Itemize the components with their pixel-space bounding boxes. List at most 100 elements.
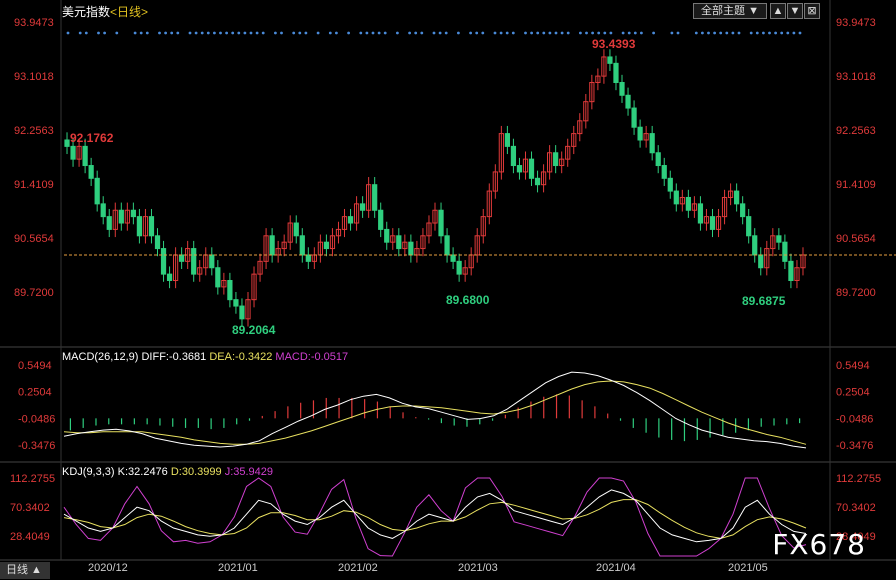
signal-dot xyxy=(207,32,210,35)
signal-dot xyxy=(457,32,460,35)
close-button[interactable]: ⊠ xyxy=(804,3,820,19)
candle-body xyxy=(65,140,69,146)
signal-dot xyxy=(140,32,143,35)
macd-tick-left: 0.2504 xyxy=(18,387,52,399)
signal-dot xyxy=(591,32,594,35)
kdj-d: D:30.3999 xyxy=(171,466,222,478)
candle-body xyxy=(511,146,515,165)
macd-tick-right: -0.3476 xyxy=(836,440,873,452)
main-chart: 93.9473 93.947393.1018 93.101892.2563 92.25… xyxy=(0,0,896,580)
candle-body xyxy=(119,210,123,223)
signal-dot xyxy=(372,32,375,35)
signal-dot xyxy=(115,32,118,35)
kdj-tick-left: 70.3402 xyxy=(10,502,50,514)
signal-dot xyxy=(780,32,783,35)
macd-value: MACD:-0.0517 xyxy=(275,351,348,363)
signal-dot xyxy=(347,32,350,35)
signal-dot xyxy=(750,32,753,35)
price-tick-left: 93.1018 xyxy=(14,71,54,83)
close-icon: ⊠ xyxy=(807,5,816,17)
candle-body xyxy=(517,166,521,172)
signal-dot xyxy=(146,32,149,35)
price-tick-right: 91.4109 xyxy=(836,179,876,191)
signal-dot xyxy=(597,32,600,35)
candle-body xyxy=(650,134,654,153)
signal-dot xyxy=(67,32,70,35)
candle-body xyxy=(674,191,678,204)
price-tick-right: 92.2563 xyxy=(836,125,876,137)
signal-dot xyxy=(561,32,564,35)
signal-dot xyxy=(677,32,680,35)
signal-dot xyxy=(219,32,222,35)
candle-body xyxy=(698,204,702,223)
candle-body xyxy=(131,210,135,216)
candle-body xyxy=(306,255,310,261)
candle-body xyxy=(789,261,793,280)
signal-dot xyxy=(329,32,332,35)
candle-body xyxy=(741,204,745,217)
candle-body xyxy=(397,236,401,249)
signal-dot xyxy=(366,32,369,35)
signal-dot xyxy=(707,32,710,35)
signal-dot xyxy=(292,32,295,35)
signal-dot xyxy=(585,32,588,35)
signal-dot xyxy=(79,32,82,35)
signal-dot xyxy=(195,32,198,35)
candle-body xyxy=(608,57,612,63)
signal-dot xyxy=(231,32,234,35)
price-tick-left: 89.7200 xyxy=(14,287,54,299)
signal-dot xyxy=(439,32,442,35)
macd-tick-left: -0.0486 xyxy=(18,413,55,425)
signal-dot xyxy=(213,32,216,35)
kdj-tick-right: 112.2755 xyxy=(836,473,881,485)
candle-body xyxy=(445,236,449,255)
signal-dot xyxy=(317,32,320,35)
signal-dot xyxy=(420,32,423,35)
price-tick-left: 93.9473 xyxy=(14,17,54,29)
signal-dot xyxy=(738,32,741,35)
signal-dot xyxy=(640,32,643,35)
signal-dot xyxy=(176,32,179,35)
price-tick-left: 90.5654 xyxy=(14,233,54,245)
kdj-k: K:32.2476 xyxy=(118,466,168,478)
candle-body xyxy=(632,108,636,127)
signal-dot xyxy=(768,32,771,35)
kdj-k-line xyxy=(64,490,806,542)
candle-body xyxy=(155,236,159,249)
candle-body xyxy=(710,217,714,230)
theme-dropdown[interactable]: 全部主题 ▼ xyxy=(693,3,767,19)
signal-dot xyxy=(530,32,533,35)
macd-tick-right: 0.2504 xyxy=(836,387,870,399)
signal-dot xyxy=(201,32,204,35)
macd-tick-right: 0.5494 xyxy=(836,360,870,372)
signal-dot xyxy=(396,32,399,35)
chevron-down-icon: ▼ xyxy=(748,5,759,17)
candle-body xyxy=(71,146,75,159)
date-label: 2021/04 xyxy=(596,562,636,574)
signal-dot xyxy=(414,32,417,35)
price-tick-right: 93.1018 xyxy=(836,71,876,83)
signal-dot xyxy=(481,32,484,35)
period-tab[interactable]: 日线 ▲ xyxy=(0,562,50,579)
signal-dot xyxy=(603,32,606,35)
candle-body xyxy=(216,268,220,287)
date-label: 2020/12 xyxy=(88,562,128,574)
signal-dot xyxy=(634,32,637,35)
instrument-title: 美元指数<日线> xyxy=(62,3,148,20)
kdj-name: KDJ(9,3,3) xyxy=(62,466,115,478)
candle-body xyxy=(83,146,87,165)
price-tick-right: 93.9473 xyxy=(836,17,876,29)
period-subtitle: <日线> xyxy=(110,5,148,19)
scroll-up-button[interactable]: ▲ xyxy=(770,3,786,19)
signal-dot xyxy=(695,32,698,35)
candle-body xyxy=(668,178,672,191)
signal-dot xyxy=(237,32,240,35)
macd-info: MACD(26,12,9) DIFF:-0.3681 DEA:-0.3422 M… xyxy=(62,351,348,363)
signal-dot xyxy=(774,32,777,35)
signal-dot xyxy=(793,32,796,35)
price-annotation: 89.6875 xyxy=(742,294,786,308)
title-text: 美元指数 xyxy=(62,5,110,19)
scroll-down-button[interactable]: ▼ xyxy=(787,3,803,19)
signal-dot xyxy=(97,32,100,35)
kdj-j: J:35.9429 xyxy=(225,466,273,478)
